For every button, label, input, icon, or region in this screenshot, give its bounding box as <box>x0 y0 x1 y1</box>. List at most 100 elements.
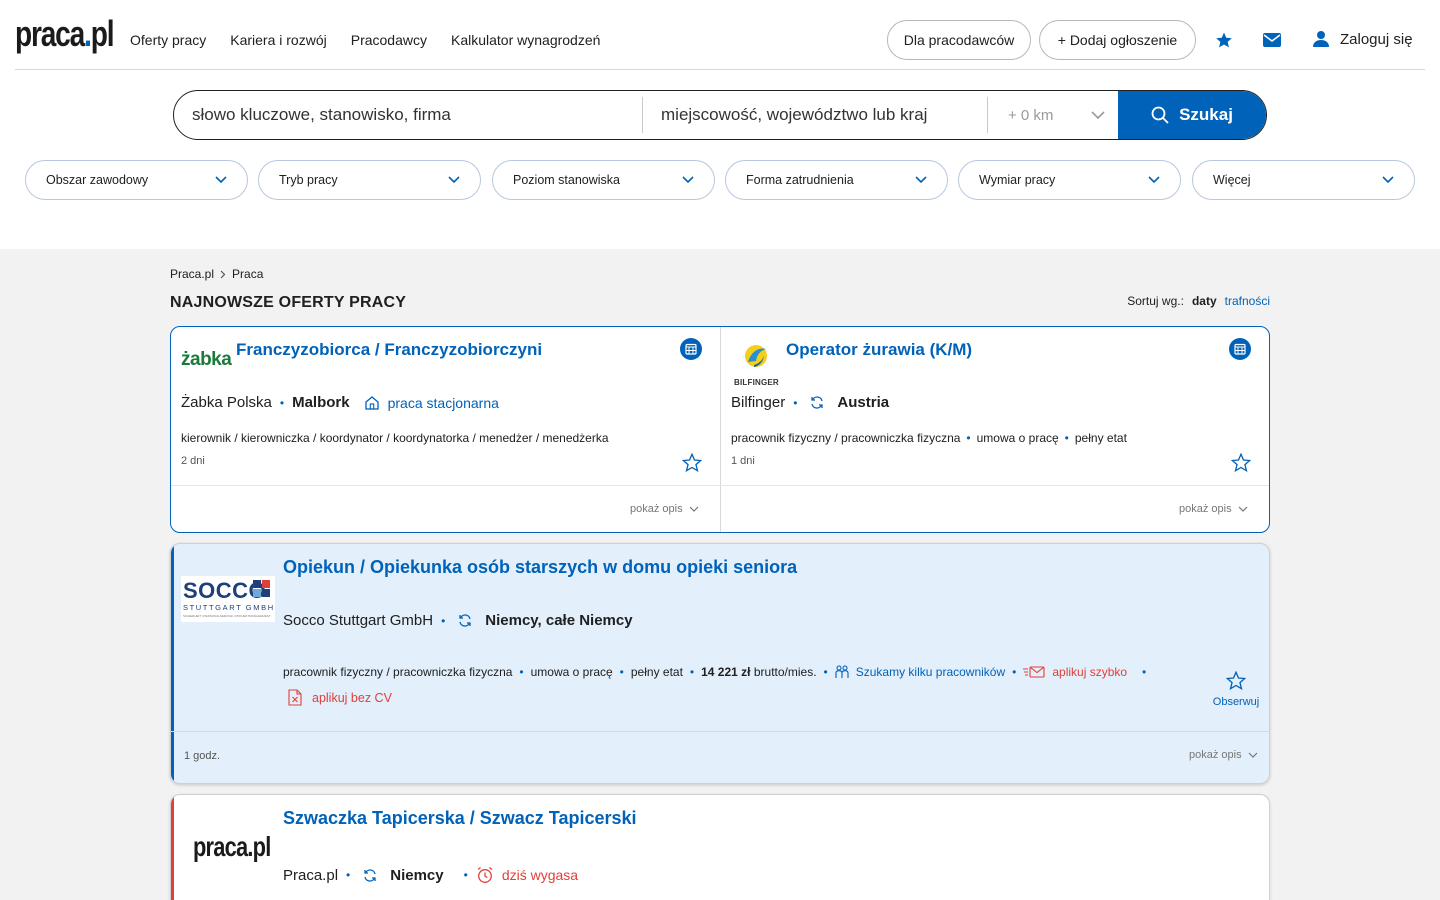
offer-age: 1 dni <box>731 455 755 467</box>
separator-dot: • <box>619 665 624 679</box>
search-icon <box>1151 106 1169 124</box>
nav-kalkulator[interactable]: Kalkulator wynagrodzeń <box>451 32 600 48</box>
breadcrumb-home[interactable]: Praca.pl <box>170 267 214 281</box>
star-icon[interactable] <box>1214 30 1234 50</box>
no-cv-apply[interactable]: aplikuj bez CV <box>288 689 392 706</box>
show-description-label: pokaż opis <box>1189 749 1242 761</box>
separator-dot: • <box>279 395 285 410</box>
search-button[interactable]: Szukaj <box>1118 91 1266 139</box>
company-logo: żabka <box>181 349 232 370</box>
separator-dot: • <box>346 868 351 882</box>
chevron-right-icon <box>220 270 226 278</box>
filter-label: Tryb pracy <box>279 173 338 187</box>
tag-time: pełny etat <box>1074 431 1127 445</box>
offer-tags: kierownik / kierowniczka / koordynator /… <box>181 431 609 445</box>
top-header: praca.pl Oferty pracy Kariera i rozwój P… <box>0 0 1440 70</box>
no-cv-icon <box>288 689 302 706</box>
rotation-icon <box>811 396 824 409</box>
sort-by-relevance[interactable]: trafności <box>1225 294 1270 308</box>
rotation-icon <box>364 868 376 882</box>
company-logo: praca.pl <box>193 831 271 862</box>
page-title: NAJNOWSZE OFERTY PRACY <box>170 294 407 311</box>
login-label: Zaloguj się <box>1340 30 1413 48</box>
separator-dot: • <box>793 395 798 410</box>
observe-button[interactable]: Obserwuj <box>1211 670 1261 708</box>
site-logo[interactable]: praca.pl <box>15 14 115 54</box>
tag-contract: umowa o pracę <box>530 665 613 679</box>
mail-icon[interactable] <box>1262 30 1282 50</box>
tag-contract: umowa o pracę <box>976 431 1059 445</box>
nav-pracodawcy[interactable]: Pracodawcy <box>351 32 427 48</box>
main-nav: Oferty pracy Kariera i rozwój Pracodawcy… <box>130 32 600 48</box>
quick-apply[interactable]: aplikuj szybko <box>1052 665 1127 679</box>
sort-by-date[interactable]: daty <box>1192 294 1217 308</box>
separator-dot: • <box>1012 665 1017 679</box>
offer-card[interactable]: praca.pl Szwaczka Tapicerska / Szwacz Ta… <box>170 794 1270 900</box>
offer-card[interactable]: SOCCO STUTTGART GMBH SICHERHEIT | PERSON… <box>170 543 1270 784</box>
company-name[interactable]: Praca.pl <box>283 867 338 884</box>
offer-title[interactable]: Szwaczka Tapicerska / Szwacz Tapicerski <box>283 808 637 829</box>
offer-tags: pracownik fizyczny / pracowniczka fizycz… <box>283 665 1146 679</box>
chevron-down-icon <box>448 176 460 184</box>
calendar-icon <box>680 338 702 360</box>
show-description-label: pokaż opis <box>1179 503 1232 515</box>
keyword-input[interactable]: słowo kluczowe, stanowisko, firma <box>174 91 642 139</box>
location-input[interactable]: miejscowość, województwo lub kraj <box>643 91 987 139</box>
separator-dot: • <box>519 665 524 679</box>
show-description-button[interactable]: pokaż opis <box>630 503 699 515</box>
offer-card[interactable]: żabka Franczyzobiorca / Franczyzobiorczy… <box>171 327 720 532</box>
company-name[interactable]: Bilfinger <box>731 394 785 411</box>
offer-age: 2 dni <box>181 455 205 467</box>
people-icon <box>835 665 849 678</box>
location: Malbork <box>292 394 350 411</box>
salary-amount: 14 221 zł <box>701 665 751 679</box>
location: Niemcy <box>390 866 444 884</box>
card-accent-bar <box>171 544 174 783</box>
filter-wiecej[interactable]: Więcej <box>1192 160 1415 200</box>
radius-select[interactable]: + 0 km <box>988 91 1118 139</box>
filter-tryb-pracy[interactable]: Tryb pracy <box>258 160 481 200</box>
show-description-label: pokaż opis <box>630 503 683 515</box>
no-cv-label: aplikuj bez CV <box>312 690 392 705</box>
company-logo: SOCCO STUTTGART GMBH SICHERHEIT | PERSON… <box>181 576 275 622</box>
header-divider <box>15 69 1425 70</box>
nav-kariera-i-rozwoj[interactable]: Kariera i rozwój <box>230 32 326 48</box>
login-button[interactable]: Zaloguj się <box>1312 30 1413 48</box>
chevron-down-icon <box>915 176 927 184</box>
filter-wymiar-pracy[interactable]: Wymiar pracy <box>958 160 1181 200</box>
star-outline-icon[interactable] <box>1230 452 1252 477</box>
filter-obszar-zawodowy[interactable]: Obszar zawodowy <box>25 160 248 200</box>
logo-small-text: SICHERHEIT | PERSONALSERVICE | PROJEKTMA… <box>183 614 271 618</box>
chevron-down-icon <box>1238 506 1248 512</box>
star-outline-icon[interactable] <box>681 452 703 477</box>
nav-oferty-pracy[interactable]: Oferty pracy <box>130 32 206 48</box>
employers-button[interactable]: Dla pracodawców <box>887 20 1031 60</box>
socco-squares-icon <box>253 580 270 597</box>
filter-forma-zatrudnienia[interactable]: Forma zatrudnienia <box>725 160 948 200</box>
filter-poziom-stanowiska[interactable]: Poziom stanowiska <box>492 160 715 200</box>
chevron-down-icon <box>1382 176 1394 184</box>
offer-meta: Socco Stuttgart GmbH • Niemcy, całe Niem… <box>283 612 633 629</box>
filter-label: Wymiar pracy <box>979 173 1056 187</box>
offer-meta: Bilfinger • Austria <box>731 394 889 411</box>
calendar-icon <box>1229 338 1251 360</box>
chevron-down-icon <box>1148 176 1160 184</box>
show-description-button[interactable]: pokaż opis <box>1189 749 1258 761</box>
separator-dot: • <box>966 431 971 445</box>
offer-title[interactable]: Franczyzobiorca / Franczyzobiorczyni <box>236 340 542 360</box>
observe-label: Obserwuj <box>1212 696 1260 708</box>
add-offer-button[interactable]: + Dodaj ogłoszenie <box>1039 20 1196 60</box>
logo-sub-text: STUTTGART GMBH <box>183 603 275 612</box>
offer-title[interactable]: Opiekun / Opiekunka osób starszych w dom… <box>283 557 797 578</box>
offer-title[interactable]: Operator żurawia (K/M) <box>786 340 972 360</box>
multiple-hires: Szukamy kilku pracowników <box>855 665 1006 679</box>
bilfinger-logo-icon <box>745 345 767 367</box>
show-description-button[interactable]: pokaż opis <box>1179 503 1248 515</box>
location: Austria <box>837 394 890 411</box>
chevron-down-icon <box>682 176 694 184</box>
tag-time: pełny etat <box>630 665 683 679</box>
separator-dot: • <box>463 868 468 882</box>
company-name[interactable]: Socco Stuttgart GmbH <box>283 612 433 629</box>
offer-card[interactable]: BILFINGER Operator żurawia (K/M) Bilfing… <box>721 327 1269 532</box>
company-name[interactable]: Żabka Polska <box>181 394 272 411</box>
